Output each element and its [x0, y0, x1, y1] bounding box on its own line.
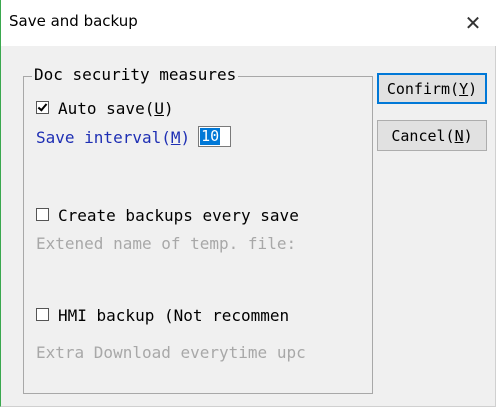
- create-backups-checkbox[interactable]: Create backups every save: [36, 206, 299, 225]
- extra-download-label: Extra Download everytime upc: [36, 343, 306, 362]
- hmi-backup-check-icon[interactable]: [36, 308, 49, 321]
- auto-save-checkbox[interactable]: Auto save(U): [36, 99, 174, 118]
- window-title: Save and backup: [9, 12, 138, 30]
- title-bar: Save and backup ✕: [1, 0, 496, 46]
- save-interval-input[interactable]: 10: [198, 126, 232, 147]
- confirm-button[interactable]: Confirm(Y): [377, 73, 487, 104]
- group-legend: Doc security measures: [32, 65, 239, 84]
- auto-save-check-icon[interactable]: [36, 101, 49, 114]
- close-button[interactable]: ✕: [450, 0, 496, 46]
- temp-file-ext-label: Extened name of temp. file:: [36, 234, 297, 253]
- save-interval-row: Save interval(M) 10: [36, 126, 232, 149]
- save-and-backup-dialog: Save and backup ✕ Doc security measures …: [0, 0, 496, 407]
- doc-security-group: Doc security measures Auto save(U) Save …: [23, 65, 373, 394]
- create-backups-check-icon[interactable]: [36, 208, 49, 221]
- hmi-backup-checkbox[interactable]: HMI backup (Not recommen: [36, 306, 289, 325]
- cancel-button[interactable]: Cancel(N): [377, 120, 487, 151]
- save-interval-label: Save interval(: [36, 128, 171, 147]
- close-icon: ✕: [464, 11, 482, 35]
